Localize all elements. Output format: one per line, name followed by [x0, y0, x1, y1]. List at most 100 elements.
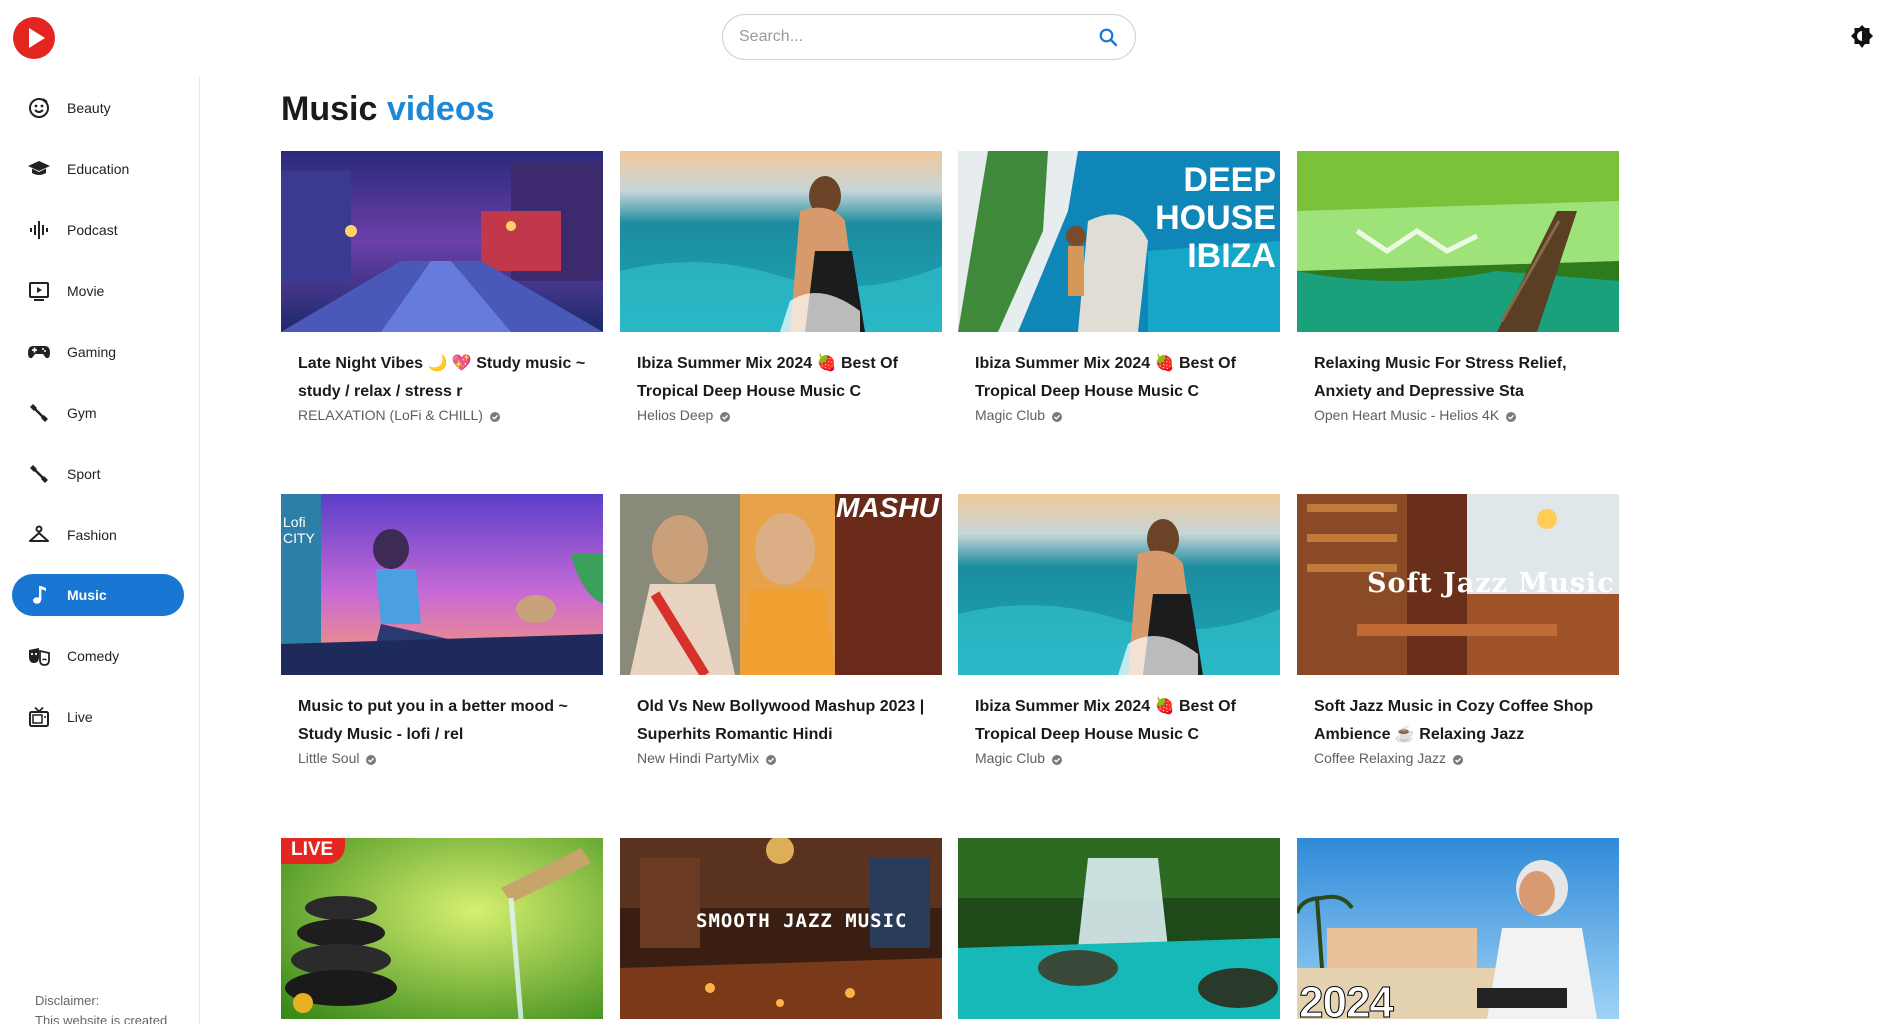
- channel-name[interactable]: Open Heart Music - Helios 4K: [1314, 406, 1602, 424]
- dumbbell-icon: [27, 401, 51, 425]
- video-card[interactable]: SMOOTH JAZZ MUSIC: [620, 838, 942, 1019]
- channel-label: Open Heart Music - Helios 4K: [1314, 407, 1500, 423]
- channel-label: Magic Club: [975, 750, 1046, 766]
- video-title[interactable]: Ibiza Summer Mix 2024 🍓 Best Of Tropical…: [637, 350, 925, 406]
- disclaimer-heading: Disclaimer:: [35, 993, 100, 1008]
- brightness-icon[interactable]: [1849, 24, 1875, 50]
- channel-name[interactable]: Coffee Relaxing Jazz: [1314, 749, 1602, 767]
- sidebar-item-label: Live: [67, 709, 93, 725]
- sidebar-item-beauty[interactable]: Beauty: [12, 87, 184, 129]
- channel-name[interactable]: Magic Club: [975, 749, 1263, 767]
- sidebar-item-label: Music: [67, 587, 107, 603]
- channel-label: New Hindi PartyMix: [637, 750, 760, 766]
- thumbnail-text: DEEP HOUSE IBIZA: [1155, 161, 1276, 275]
- channel-label: Helios Deep: [637, 407, 714, 423]
- video-title[interactable]: Ibiza Summer Mix 2024 🍓 Best Of Tropical…: [975, 693, 1263, 749]
- sidebar-item-podcast[interactable]: Podcast: [12, 209, 184, 251]
- video-thumbnail[interactable]: LIVE: [281, 838, 603, 1019]
- theater-masks-icon: [27, 644, 51, 668]
- channel-name[interactable]: Helios Deep: [637, 406, 925, 424]
- disclaimer: Disclaimer: This website is created: [35, 991, 167, 1024]
- sidebar-item-movie[interactable]: Movie: [12, 270, 184, 312]
- thumbnail-text: MASHU: [836, 494, 939, 523]
- smiley-icon: [27, 96, 51, 120]
- video-title[interactable]: Late Night Vibes 🌙 💖 Study music ~ study…: [298, 350, 586, 406]
- play-screen-icon: [27, 279, 51, 303]
- sidebar-item-label: Sport: [67, 466, 101, 482]
- sidebar-item-education[interactable]: Education: [12, 148, 184, 190]
- dumbbell-icon: [27, 462, 51, 486]
- video-title[interactable]: Ibiza Summer Mix 2024 🍓 Best Of Tropical…: [975, 350, 1263, 406]
- sidebar-item-label: Podcast: [67, 222, 118, 238]
- channel-name[interactable]: New Hindi PartyMix: [637, 749, 925, 767]
- sidebar-item-fashion[interactable]: Fashion: [12, 514, 184, 556]
- video-card[interactable]: Soft Jazz Music Soft Jazz Music in Cozy …: [1297, 494, 1619, 767]
- video-card[interactable]: MASHU Old Vs New Bollywood Mashup 2023 |…: [620, 494, 942, 767]
- gamepad-icon: [27, 340, 51, 364]
- video-card[interactable]: [958, 838, 1280, 1019]
- verified-icon: [1452, 752, 1464, 765]
- video-thumbnail[interactable]: [958, 494, 1280, 675]
- video-card[interactable]: Lofi CITY Music to put you in a better m…: [281, 494, 603, 767]
- thumbnail-text: Lofi CITY: [283, 514, 315, 546]
- video-thumbnail[interactable]: SMOOTH JAZZ MUSIC: [620, 838, 942, 1019]
- graduation-cap-icon: [27, 157, 51, 181]
- channel-name[interactable]: Little Soul: [298, 749, 586, 767]
- tv-icon: [27, 705, 51, 729]
- verified-icon: [1505, 409, 1517, 422]
- video-card[interactable]: Ibiza Summer Mix 2024 🍓 Best Of Tropical…: [620, 151, 942, 424]
- sidebar-item-label: Movie: [67, 283, 105, 299]
- app-logo[interactable]: [12, 16, 56, 60]
- verified-icon: [1051, 409, 1063, 422]
- sidebar-item-sport[interactable]: Sport: [12, 453, 184, 495]
- sidebar-item-music[interactable]: Music: [12, 574, 184, 616]
- video-title[interactable]: Old Vs New Bollywood Mashup 2023 | Super…: [637, 693, 925, 749]
- sidebar-item-label: Beauty: [67, 100, 111, 116]
- verified-icon: [765, 752, 777, 765]
- sidebar-item-gaming[interactable]: Gaming: [12, 331, 184, 373]
- sidebar-item-label: Education: [67, 161, 130, 177]
- search-icon[interactable]: [1095, 24, 1121, 50]
- channel-label: RELAXATION (LoFi & CHILL): [298, 407, 483, 423]
- thumbnail-text: Soft Jazz Music: [1367, 568, 1615, 599]
- sidebar-item-comedy[interactable]: Comedy: [12, 635, 184, 677]
- search-bar: [722, 14, 1136, 60]
- hanger-icon: [27, 523, 51, 547]
- video-thumbnail[interactable]: 2024: [1297, 838, 1619, 1019]
- video-thumbnail[interactable]: [1297, 151, 1619, 332]
- video-card[interactable]: DEEP HOUSE IBIZA Ibiza Summer Mix 2024 🍓…: [958, 151, 1280, 424]
- video-title[interactable]: Music to put you in a better mood ~ Stud…: [298, 693, 586, 749]
- thumbnail-text: SMOOTH JAZZ MUSIC: [696, 910, 908, 932]
- verified-icon: [489, 409, 501, 422]
- verified-icon: [719, 409, 731, 422]
- sidebar-item-label: Gym: [67, 405, 97, 421]
- channel-label: Little Soul: [298, 750, 360, 766]
- video-thumbnail[interactable]: [958, 838, 1280, 1019]
- video-card[interactable]: LIVE: [281, 838, 603, 1019]
- video-card[interactable]: Late Night Vibes 🌙 💖 Study music ~ study…: [281, 151, 603, 424]
- video-thumbnail[interactable]: [281, 151, 603, 332]
- video-card[interactable]: Ibiza Summer Mix 2024 🍓 Best Of Tropical…: [958, 494, 1280, 767]
- video-title[interactable]: Relaxing Music For Stress Relief, Anxiet…: [1314, 350, 1602, 406]
- sidebar-item-gym[interactable]: Gym: [12, 392, 184, 434]
- page-title-accent: videos: [386, 90, 495, 128]
- page-title: Music videos: [281, 90, 495, 129]
- sidebar: Beauty Education Podcast Movie Gaming Gy…: [0, 77, 200, 1024]
- waveform-icon: [27, 218, 51, 242]
- video-thumbnail[interactable]: MASHU: [620, 494, 942, 675]
- video-thumbnail[interactable]: [620, 151, 942, 332]
- video-thumbnail[interactable]: Soft Jazz Music: [1297, 494, 1619, 675]
- verified-icon: [365, 752, 377, 765]
- search-input[interactable]: [739, 28, 1095, 46]
- channel-label: Magic Club: [975, 407, 1046, 423]
- sidebar-item-label: Comedy: [67, 648, 120, 664]
- video-thumbnail[interactable]: Lofi CITY: [281, 494, 603, 675]
- page-title-main: Music: [281, 90, 378, 128]
- channel-name[interactable]: Magic Club: [975, 406, 1263, 424]
- channel-name[interactable]: RELAXATION (LoFi & CHILL): [298, 406, 586, 424]
- video-card[interactable]: 2024: [1297, 838, 1619, 1019]
- video-thumbnail[interactable]: DEEP HOUSE IBIZA: [958, 151, 1280, 332]
- video-title[interactable]: Soft Jazz Music in Cozy Coffee Shop Ambi…: [1314, 693, 1602, 749]
- sidebar-item-live[interactable]: Live: [12, 696, 184, 738]
- video-card[interactable]: Relaxing Music For Stress Relief, Anxiet…: [1297, 151, 1619, 424]
